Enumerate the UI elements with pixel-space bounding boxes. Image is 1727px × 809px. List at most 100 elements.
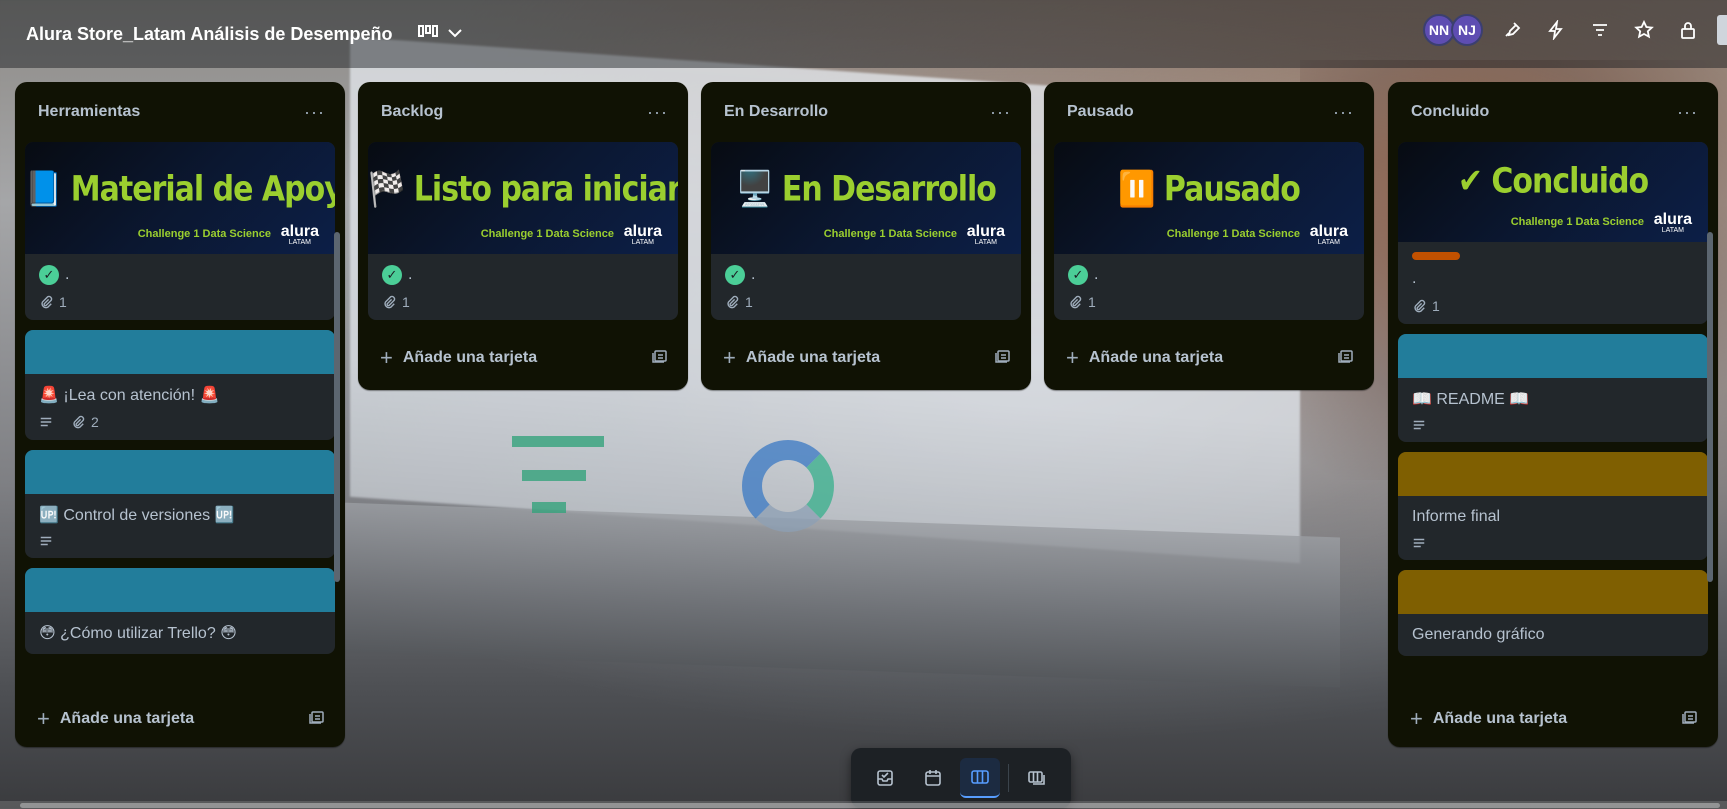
add-card-button[interactable]: + Añade una tarjeta bbox=[380, 345, 537, 371]
card-title: . bbox=[751, 266, 756, 283]
more-icon[interactable]: ··· bbox=[990, 102, 1011, 123]
list-title[interactable]: Backlog bbox=[381, 103, 443, 121]
more-icon[interactable]: ··· bbox=[304, 102, 325, 123]
attachment-badge: 1 bbox=[382, 294, 410, 310]
avatar[interactable]: NJ bbox=[1451, 14, 1483, 46]
list-backlog: Backlog ··· 🏁 Listo para iniciar Challen… bbox=[358, 82, 688, 390]
header-actions: NN NJ bbox=[1423, 14, 1727, 46]
card-cover-color bbox=[25, 568, 335, 612]
more-icon[interactable]: ··· bbox=[1677, 102, 1698, 123]
divider bbox=[1008, 764, 1010, 792]
lock-icon[interactable] bbox=[1673, 15, 1703, 45]
power-ups-icon[interactable] bbox=[1497, 15, 1527, 45]
attachment-badge: 1 bbox=[1068, 294, 1096, 310]
add-card-button[interactable]: + Añade una tarjeta bbox=[37, 706, 194, 732]
card[interactable]: Informe final bbox=[1398, 452, 1708, 560]
board-title[interactable]: Alura Store_Latam Análisis de Desempeño bbox=[26, 24, 392, 45]
switch-boards-icon[interactable] bbox=[1017, 758, 1057, 798]
cover-title: ⏸️ Pausado bbox=[1118, 169, 1301, 210]
share-button[interactable] bbox=[1717, 15, 1727, 45]
card[interactable]: 😳 ¿Cómo utilizar Trello? 😳 bbox=[25, 568, 335, 654]
card-template-icon[interactable] bbox=[1338, 348, 1354, 369]
card-template-icon[interactable] bbox=[995, 348, 1011, 369]
plus-icon: + bbox=[380, 345, 393, 370]
view-switcher-bar bbox=[851, 748, 1071, 808]
card-cover-image: ⏸️ Pausado Challenge 1 Data Science alur… bbox=[1054, 142, 1364, 254]
card-title: 🚨 ¡Lea con atención! 🚨 bbox=[39, 387, 220, 404]
description-icon bbox=[1412, 536, 1426, 550]
paperclip-icon bbox=[727, 295, 739, 309]
paperclip-icon bbox=[1414, 299, 1426, 313]
list-scrollbar[interactable] bbox=[334, 232, 340, 677]
card-cover-image: 📘 Material de Apoyo Challenge 1 Data Sci… bbox=[25, 142, 335, 254]
card[interactable]: 📖 README 📖 bbox=[1398, 334, 1708, 442]
list-title[interactable]: Concluido bbox=[1411, 103, 1489, 121]
star-icon[interactable] bbox=[1629, 15, 1659, 45]
plus-icon: + bbox=[723, 345, 736, 370]
card[interactable]: Generando gráfico bbox=[1398, 570, 1708, 656]
cover-subtitle: Challenge 1 Data Science bbox=[823, 228, 957, 240]
card[interactable]: 🏁 Listo para iniciar Challenge 1 Data Sc… bbox=[368, 142, 678, 320]
add-card-button[interactable]: + Añade una tarjeta bbox=[723, 345, 880, 371]
card-title: . bbox=[1094, 266, 1099, 283]
card-template-icon[interactable] bbox=[652, 348, 668, 369]
cover-subtitle: Challenge 1 Data Science bbox=[1166, 228, 1300, 240]
list-concluido: Concluido ··· ✔ Concluido Challenge 1 Da… bbox=[1388, 82, 1718, 747]
member-avatars: NN NJ bbox=[1423, 14, 1483, 46]
cover-subtitle: Challenge 1 Data Science bbox=[137, 228, 271, 240]
background-chart-bar bbox=[532, 502, 566, 513]
list-title[interactable]: Pausado bbox=[1067, 103, 1134, 121]
card-cover-color bbox=[1398, 570, 1708, 614]
alura-logo: alura LATAM bbox=[1309, 223, 1348, 246]
card-list: 🖥️ En Desarrollo Challenge 1 Data Scienc… bbox=[711, 142, 1021, 330]
automation-icon[interactable] bbox=[1541, 15, 1571, 45]
paperclip-icon bbox=[1070, 295, 1082, 309]
add-card-row: + Añade una tarjeta bbox=[1398, 691, 1708, 747]
check-icon[interactable]: ✓ bbox=[725, 265, 745, 285]
card[interactable]: 🆙 Control de versiones 🆙 bbox=[25, 450, 335, 558]
list-title[interactable]: En Desarrollo bbox=[724, 103, 828, 121]
board-horizontal-scrollbar[interactable] bbox=[0, 801, 1727, 809]
chevron-down-icon bbox=[448, 25, 463, 43]
card-list: ✔ Concluido Challenge 1 Data Science alu… bbox=[1398, 142, 1708, 691]
card[interactable]: 📘 Material de Apoyo Challenge 1 Data Sci… bbox=[25, 142, 335, 320]
card[interactable]: 🚨 ¡Lea con atención! 🚨 2 bbox=[25, 330, 335, 440]
card-template-icon[interactable] bbox=[1682, 709, 1698, 730]
more-icon[interactable]: ··· bbox=[1333, 102, 1354, 123]
board-icon[interactable] bbox=[960, 758, 1001, 798]
view-switcher[interactable] bbox=[418, 24, 463, 44]
background-chart-bar bbox=[522, 470, 586, 481]
cover-title: 🖥️ En Desarrollo bbox=[736, 169, 997, 210]
card-title: 🆙 Control de versiones 🆙 bbox=[39, 507, 235, 524]
card-title: 😳 ¿Cómo utilizar Trello? 😳 bbox=[39, 625, 237, 642]
inbox-icon[interactable] bbox=[865, 758, 905, 798]
board-header: Alura Store_Latam Análisis de Desempeño … bbox=[0, 0, 1727, 68]
description-icon bbox=[39, 534, 53, 548]
card[interactable]: ✔ Concluido Challenge 1 Data Science alu… bbox=[1398, 142, 1708, 324]
card-label[interactable] bbox=[1412, 252, 1460, 260]
filter-icon[interactable] bbox=[1585, 15, 1615, 45]
list-pausado: Pausado ··· ⏸️ Pausado Challenge 1 Data … bbox=[1044, 82, 1374, 390]
list-title[interactable]: Herramientas bbox=[38, 103, 140, 121]
paperclip-icon bbox=[41, 295, 53, 309]
card-title: . bbox=[1412, 270, 1417, 287]
add-card-button[interactable]: + Añade una tarjeta bbox=[1410, 706, 1567, 732]
card-cover-image: 🏁 Listo para iniciar Challenge 1 Data Sc… bbox=[368, 142, 678, 254]
attachment-badge: 2 bbox=[71, 414, 99, 430]
calendar-icon[interactable] bbox=[913, 758, 953, 798]
background-chart-bar bbox=[512, 436, 604, 447]
card-title: . bbox=[65, 266, 70, 283]
check-icon[interactable]: ✓ bbox=[382, 265, 402, 285]
card-title: Informe final bbox=[1412, 508, 1501, 525]
add-card-row: + Añade una tarjeta bbox=[368, 330, 678, 386]
paperclip-icon bbox=[384, 295, 396, 309]
add-card-button[interactable]: + Añade una tarjeta bbox=[1066, 345, 1223, 371]
more-icon[interactable]: ··· bbox=[647, 102, 668, 123]
card[interactable]: 🖥️ En Desarrollo Challenge 1 Data Scienc… bbox=[711, 142, 1021, 320]
check-icon[interactable]: ✓ bbox=[39, 265, 59, 285]
check-icon[interactable]: ✓ bbox=[1068, 265, 1088, 285]
list-scrollbar[interactable] bbox=[1707, 232, 1713, 677]
list-en-desarrollo: En Desarrollo ··· 🖥️ En Desarrollo Chall… bbox=[701, 82, 1031, 390]
card[interactable]: ⏸️ Pausado Challenge 1 Data Science alur… bbox=[1054, 142, 1364, 320]
card-template-icon[interactable] bbox=[309, 709, 325, 730]
